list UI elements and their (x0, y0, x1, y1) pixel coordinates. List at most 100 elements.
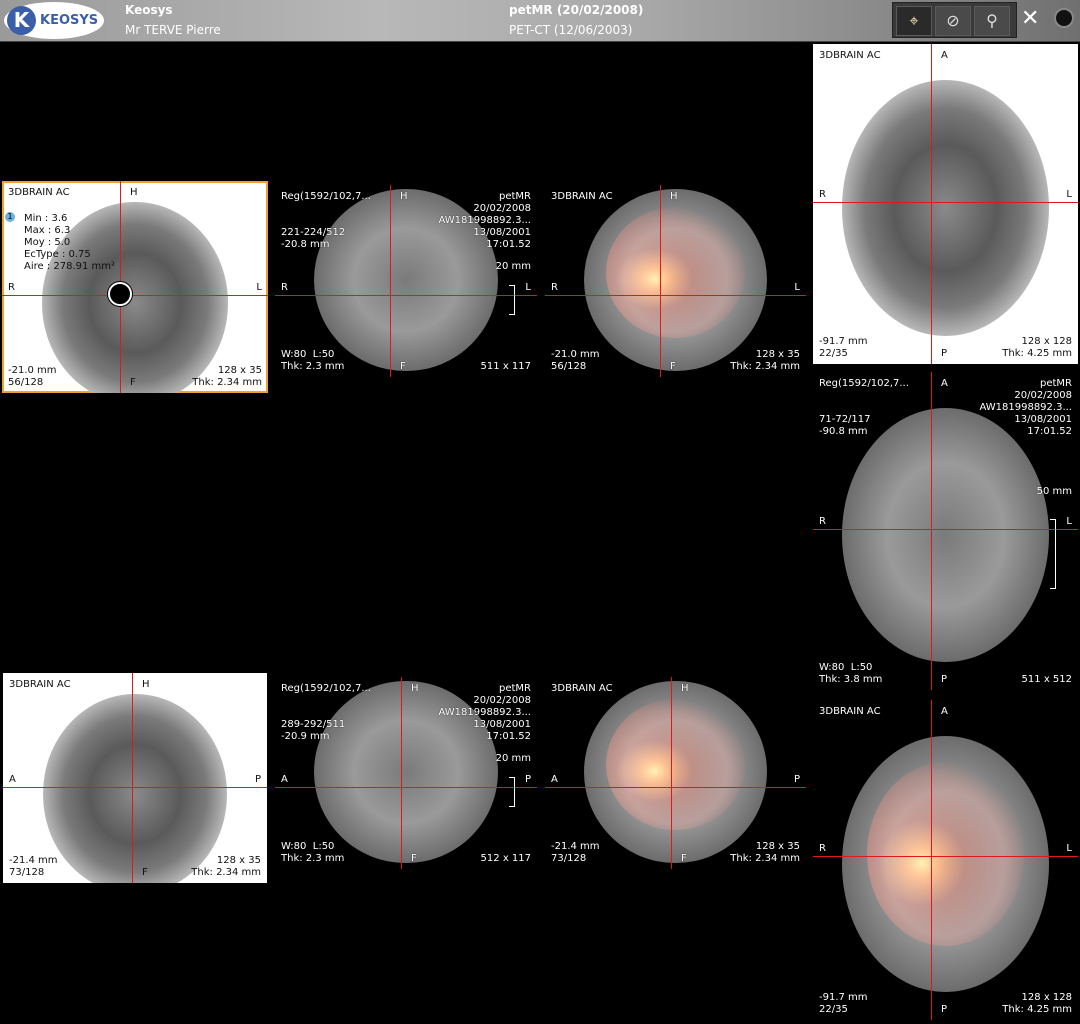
series-label: 3DBRAIN AC (551, 191, 613, 202)
theme-toggle-icon[interactable] (1054, 8, 1074, 28)
bottom-right-info: 128 x 128 Thk: 4.25 mm (1002, 992, 1072, 1015)
slice-info: 221-224/512 -20.8 mm (281, 227, 346, 250)
crosshair-horizontal[interactable] (275, 295, 537, 296)
series-info: petMR 20/02/2008 AW181998892.3... 13/08/… (979, 378, 1072, 437)
crosshair-vertical[interactable] (931, 44, 932, 364)
fusion-axial-viewport[interactable]: 3DBRAIN AC -91.7 mm 22/35 128 x 128 Thk: 4… (813, 700, 1078, 1020)
bottom-right-info: 128 x 35 Thk: 2.34 mm (730, 349, 800, 372)
crosshair-vertical[interactable] (660, 185, 661, 377)
orientation-left: R (819, 189, 826, 200)
orientation-top: H (130, 187, 138, 198)
orientation-right: L (1066, 189, 1072, 200)
mr-coronal-viewport[interactable]: Reg(1592/102,7... petMR 20/02/2008 AW1819… (275, 185, 537, 377)
pet-coronal-viewport[interactable]: 3DBRAIN AC -21.0 mm 56/128 128 x 35 Thk: 2… (2, 181, 268, 393)
scale-ruler (509, 285, 515, 315)
close-button[interactable]: ✕ (1021, 6, 1039, 32)
orientation-bottom: F (670, 361, 676, 372)
crosshair-vertical[interactable] (671, 677, 672, 869)
pet-sagittal-viewport[interactable]: 3DBRAIN AC -21.4 mm 73/128 128 x 35 Thk: 2… (3, 673, 267, 883)
orientation-left: A (9, 774, 16, 785)
series-label: Reg(1592/102,7... (281, 683, 371, 694)
orientation-right: L (256, 282, 262, 293)
mr-axial-image (842, 407, 1049, 663)
crosshair-horizontal[interactable] (813, 856, 1078, 857)
orientation-bottom: F (411, 853, 417, 864)
crosshair-horizontal[interactable] (545, 787, 806, 788)
crosshair-vertical[interactable] (931, 700, 932, 1020)
bottom-left-info: -21.0 mm 56/128 (8, 365, 57, 388)
series-info: petMR 20/02/2008 AW181998892.3... 13/08/… (438, 191, 531, 250)
scale-label: 20 mm (495, 753, 531, 764)
crosshair-horizontal[interactable] (2, 295, 268, 296)
series-info: petMR 20/02/2008 AW181998892.3... 13/08/… (438, 683, 531, 742)
crosshair-horizontal[interactable] (545, 295, 806, 296)
fusion-coronal-viewport[interactable]: 3DBRAIN AC -21.0 mm 56/128 128 x 35 Thk: 2… (545, 185, 806, 377)
scale-label: 50 mm (1036, 486, 1072, 497)
tool-group: ⌖ ⊘ ⚲ (892, 2, 1017, 38)
scale-ruler (509, 777, 515, 807)
bottom-right-info: 128 x 35 Thk: 2.34 mm (191, 855, 261, 878)
bottom-right-info: 511 x 512 (1021, 674, 1072, 685)
series-label: Reg(1592/102,7... (819, 378, 909, 389)
crosshair-vertical[interactable] (401, 677, 402, 869)
orientation-right: P (524, 774, 531, 785)
bottom-left-info: -91.7 mm 22/35 (819, 336, 868, 359)
bottom-left-info: -21.4 mm 73/128 (551, 841, 600, 864)
bottom-left-info: W:80 L:50 Thk: 2.3 mm (281, 841, 345, 864)
orientation-bottom: F (400, 361, 406, 372)
orientation-left: R (8, 282, 15, 293)
orientation-top: H (681, 683, 689, 694)
slice-info: 71-72/117 -90.8 mm (819, 414, 871, 437)
crosshair-vertical[interactable] (390, 185, 391, 377)
crosshair-horizontal[interactable] (275, 787, 537, 788)
orientation-left: A (551, 774, 558, 785)
series-label: 3DBRAIN AC (819, 706, 881, 717)
orientation-top: A (941, 378, 948, 389)
pet-axial-viewport[interactable]: 3DBRAIN AC -91.7 mm 22/35 128 x 128 Thk: 4… (813, 44, 1078, 364)
series-label: 3DBRAIN AC (551, 683, 613, 694)
app-title: Keosys (125, 3, 173, 17)
logo-text: KEOSYS (40, 13, 99, 28)
orientation-left: R (551, 282, 558, 293)
bottom-left-info: -91.7 mm 22/35 (819, 992, 868, 1015)
orientation-bottom: P (941, 1004, 948, 1015)
series-label: Reg(1592/102,7... (281, 191, 371, 202)
mr-axial-viewport[interactable]: Reg(1592/102,7... petMR 20/02/2008 AW1819… (813, 372, 1078, 690)
secondary-study[interactable]: PET-CT (12/06/2003) (509, 23, 632, 37)
crosshair-vertical[interactable] (132, 673, 133, 883)
orientation-bottom: F (142, 867, 148, 878)
roi-stats: Min : 3.6 Max : 6.3 Moy : 5.0 EcType : 0… (24, 213, 116, 272)
orientation-top: H (400, 191, 408, 202)
bottom-right-info: 128 x 35 Thk: 2.34 mm (730, 841, 800, 864)
primary-study[interactable]: petMR (20/02/2008) (509, 3, 643, 17)
orientation-right: L (1066, 843, 1072, 854)
mr-sagittal-viewport[interactable]: Reg(1592/102,7... petMR 20/02/2008 AW1819… (275, 677, 537, 869)
orientation-bottom: F (130, 377, 136, 388)
crosshair-horizontal[interactable] (3, 787, 267, 788)
orientation-top: H (142, 679, 150, 690)
pet-uptake-overlay (606, 699, 745, 831)
crosshair-horizontal[interactable] (813, 529, 1078, 530)
roi-index-badge[interactable]: 1 (5, 212, 15, 222)
orientation-left: A (281, 774, 288, 785)
fusion-sagittal-viewport[interactable]: 3DBRAIN AC -21.4 mm 73/128 128 x 35 Thk: 2… (545, 677, 806, 869)
roi-circle[interactable] (108, 282, 132, 306)
fusion-tool-button[interactable]: ⊘ (935, 6, 971, 36)
crosshair-horizontal[interactable] (813, 202, 1078, 203)
orientation-left: R (819, 843, 826, 854)
pet-uptake-overlay (606, 207, 745, 339)
keosys-logo: K KEOSYS (4, 2, 104, 39)
orientation-top: A (941, 706, 948, 717)
crosshair-tool-button[interactable]: ⌖ (896, 6, 932, 36)
bottom-right-info: 128 x 35 Thk: 2.34 mm (192, 365, 262, 388)
scale-label: 20 mm (495, 261, 531, 272)
orientation-right: P (254, 774, 261, 785)
orientation-right: L (794, 282, 800, 293)
series-label: 3DBRAIN AC (9, 679, 71, 690)
patient-name: Mr TERVE Pierre (125, 23, 221, 37)
zoom-pan-tool-button[interactable]: ⚲ (974, 6, 1010, 36)
pet-uptake-overlay (866, 761, 1025, 946)
bottom-right-info: 512 x 117 (480, 853, 531, 864)
crosshair-vertical[interactable] (931, 372, 932, 690)
orientation-top: H (411, 683, 419, 694)
